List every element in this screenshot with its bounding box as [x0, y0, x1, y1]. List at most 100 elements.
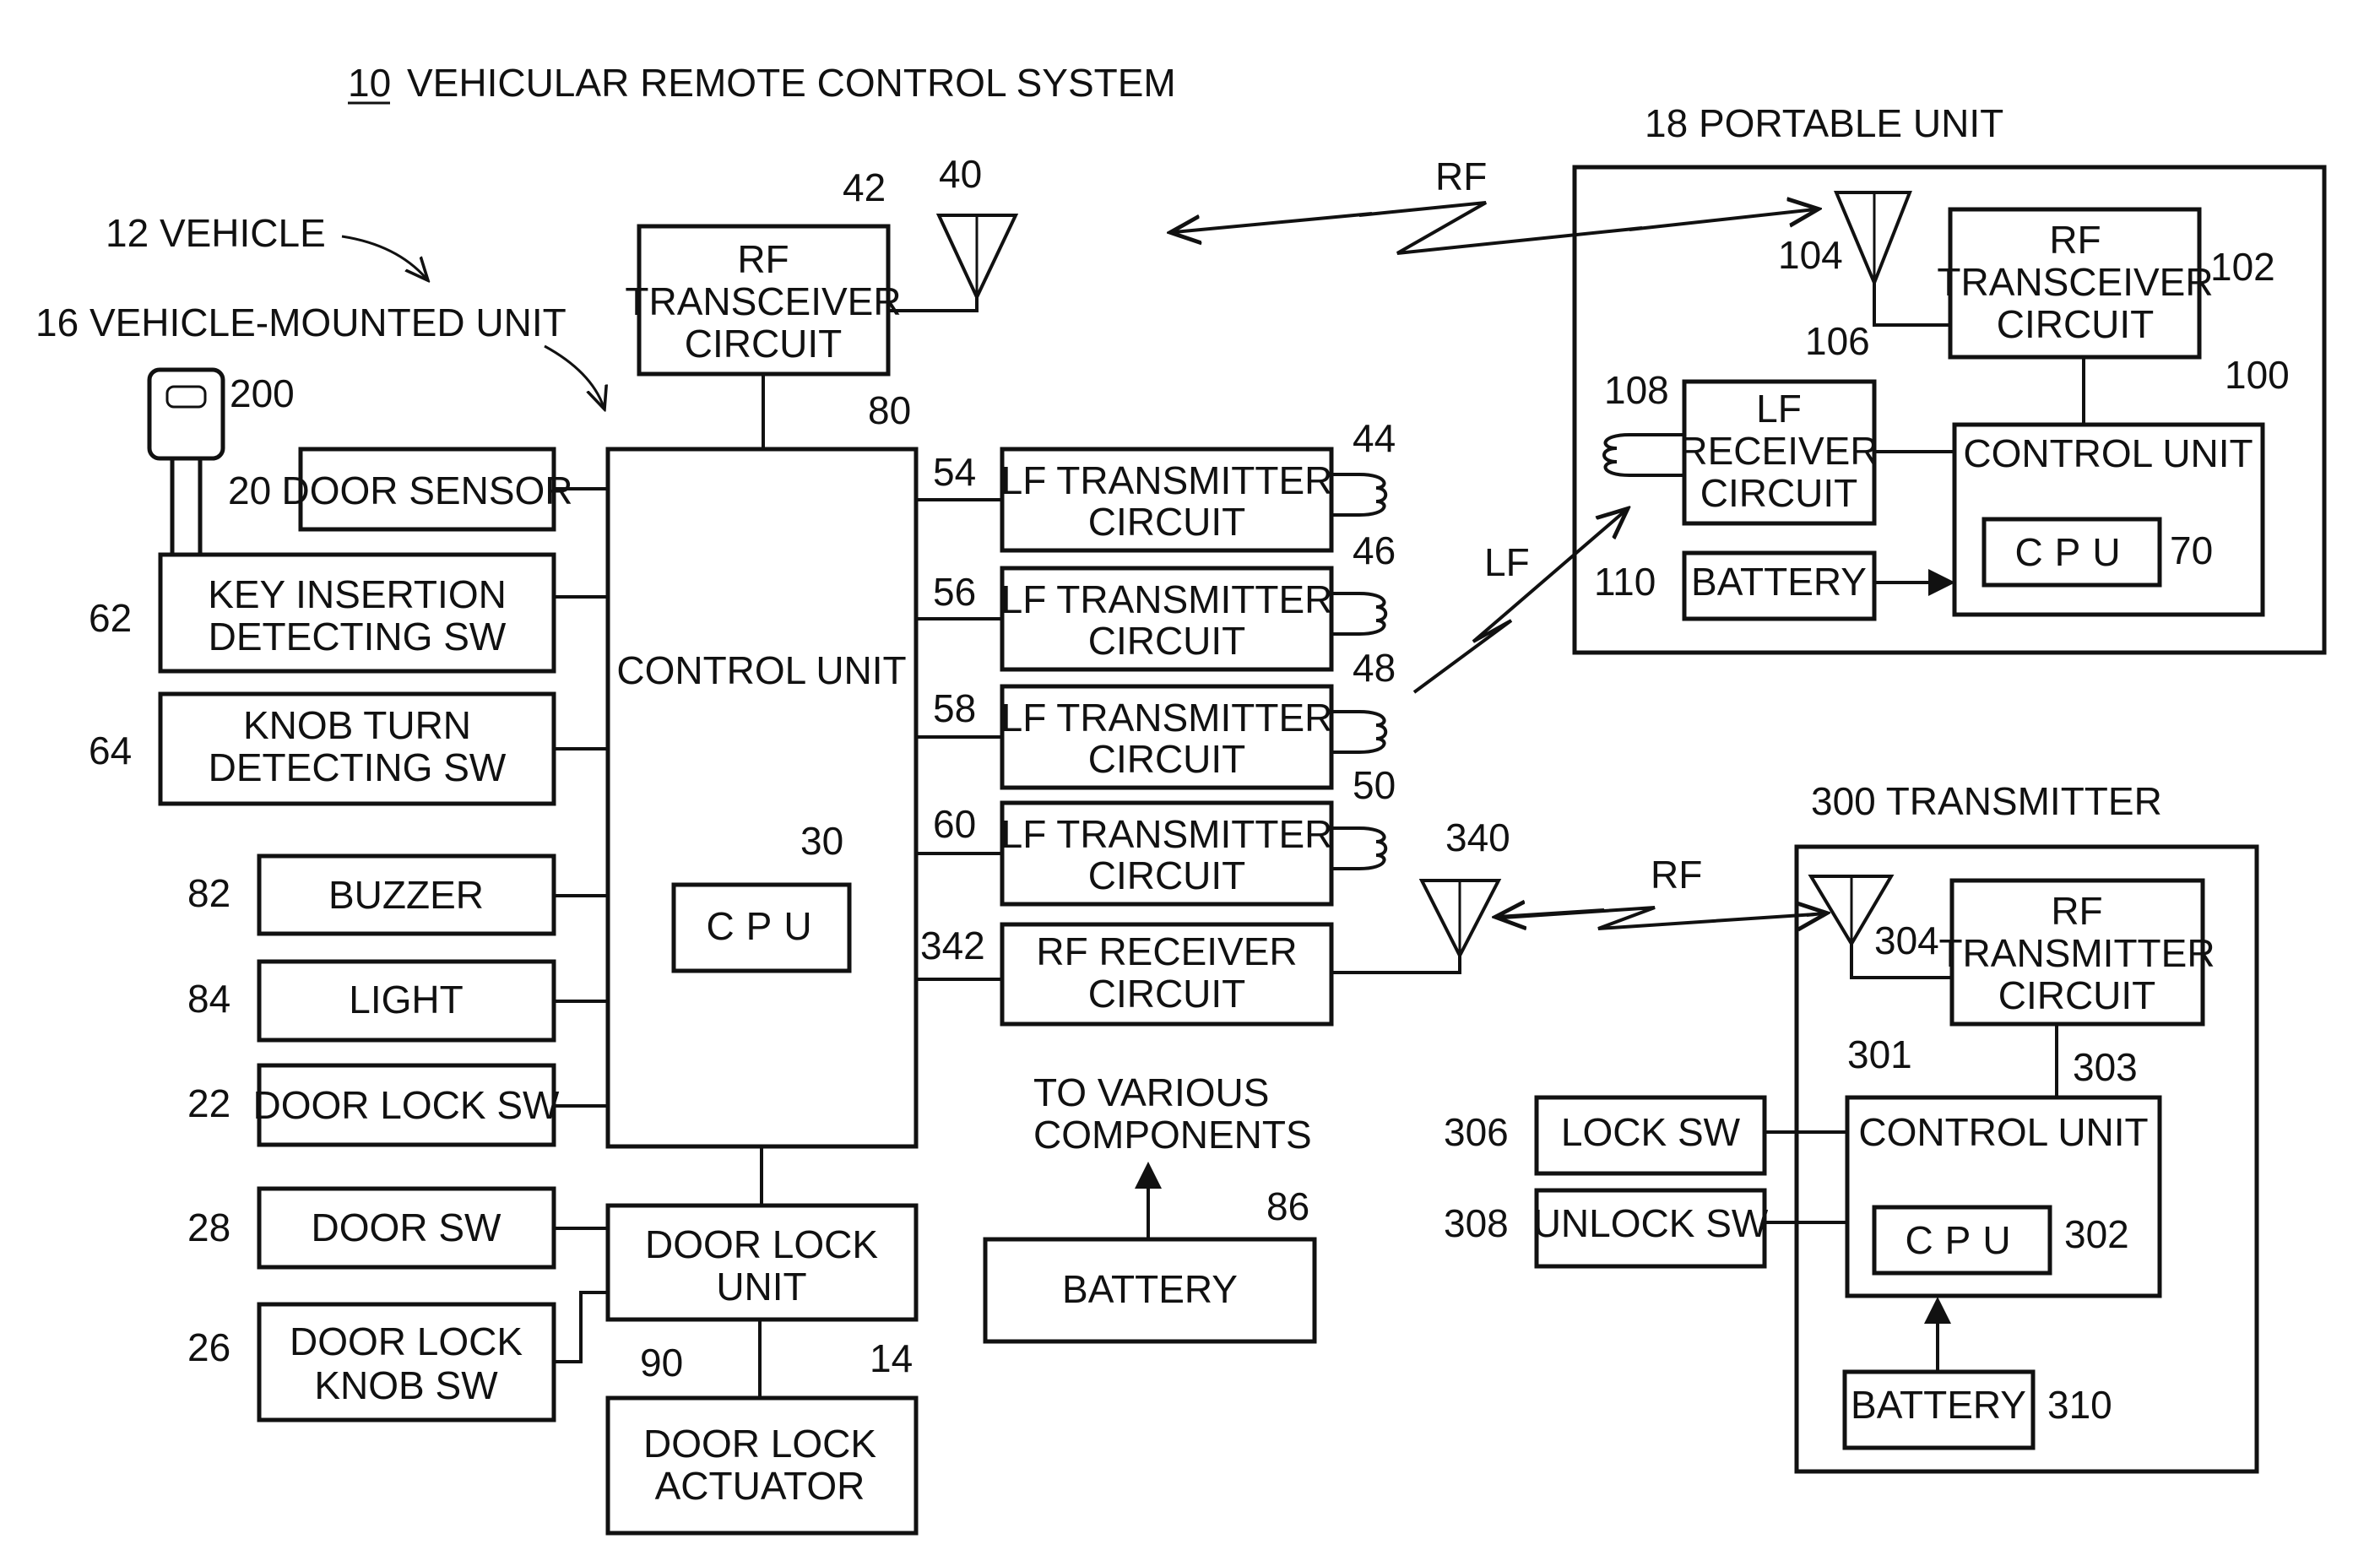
vehicle-unit-arrow: [544, 344, 604, 407]
svg-text:RECEIVER: RECEIVER: [1679, 429, 1878, 473]
svg-text:CIRCUIT: CIRCUIT: [1088, 500, 1246, 544]
ref-308: 308: [1444, 1201, 1509, 1245]
coil-icon-48: [1331, 710, 1388, 754]
coil-icon-44: [1331, 473, 1388, 517]
svg-text:TRANSCEIVER: TRANSCEIVER: [1937, 260, 2213, 304]
ref-306: 306: [1444, 1110, 1509, 1154]
svg-text:DETECTING SW: DETECTING SW: [209, 615, 507, 658]
buzzer: BUZZER: [257, 853, 556, 936]
ref-64: 64: [89, 729, 132, 772]
door-lock-knob-sw: DOOR LOCK KNOB SW: [257, 1302, 556, 1422]
svg-text:LOCK SW: LOCK SW: [1561, 1110, 1741, 1154]
coil-icon-50: [1331, 826, 1388, 870]
ref-40: 40: [939, 152, 982, 196]
svg-text:LIGHT: LIGHT: [349, 978, 463, 1021]
system-title: 10 VEHICULAR REMOTE CONTROL SYSTEM: [348, 61, 1176, 105]
ref-48: 48: [1353, 646, 1396, 690]
vehicle-unit-label: 16 VEHICLE-MOUNTED UNIT: [35, 301, 567, 344]
svg-text:BATTERY: BATTERY: [1062, 1267, 1238, 1311]
ref-342: 342: [920, 924, 985, 967]
svg-text:CIRCUIT: CIRCUIT: [1088, 619, 1246, 663]
lf-label: LF: [1484, 540, 1530, 584]
diagram: 10 VEHICULAR REMOTE CONTROL SYSTEM 12 VE…: [35, 61, 2327, 1536]
ref-303: 303: [2073, 1045, 2138, 1089]
svg-text:CPU: CPU: [1905, 1218, 2022, 1262]
unlock-sw: UNLOCK SW: [1533, 1188, 1769, 1269]
portable-unit-label: 18 PORTABLE UNIT: [1645, 101, 2003, 145]
control-unit: CONTROL UNIT: [605, 447, 919, 1149]
svg-text:UNIT: UNIT: [716, 1265, 806, 1309]
light: LIGHT: [257, 959, 556, 1043]
ref-86: 86: [1266, 1184, 1309, 1228]
ref-28: 28: [187, 1206, 230, 1249]
svg-text:LF TRANSMITTER: LF TRANSMITTER: [1001, 458, 1333, 502]
ref-62: 62: [89, 596, 132, 640]
svg-text:DETECTING SW: DETECTING SW: [209, 745, 507, 789]
antenna-icon-40: [888, 214, 1019, 312]
svg-text:KNOB TURN: KNOB TURN: [243, 703, 471, 747]
ref-54: 54: [933, 450, 976, 494]
transmitter-cpu: CPU: [1872, 1205, 2052, 1276]
lf-transmitter-58: LF TRANSMITTER CIRCUIT: [1000, 684, 1334, 790]
svg-text:CIRCUIT: CIRCUIT: [1997, 302, 2155, 346]
door-sensor: DOOR SENSOR: [281, 447, 573, 532]
ref-56: 56: [933, 570, 976, 614]
rf-transceiver-circuit: RF TRANSCEIVER CIRCUIT: [625, 224, 902, 377]
ref-14: 14: [870, 1336, 913, 1380]
svg-text:CIRCUIT: CIRCUIT: [685, 322, 843, 366]
ref-58: 58: [933, 686, 976, 730]
portable-cpu: CPU: [1982, 517, 2162, 588]
door-lock-unit: DOOR LOCK UNIT: [605, 1203, 919, 1322]
door-lock-actuator: DOOR LOCK ACTUATOR: [605, 1395, 919, 1536]
to-various-components-line2: COMPONENTS: [1033, 1113, 1312, 1157]
key-ref: 200: [230, 371, 295, 415]
ref-44: 44: [1353, 416, 1396, 460]
coil-icon-108: [1602, 433, 1684, 477]
svg-text:KNOB SW: KNOB SW: [314, 1363, 498, 1407]
svg-text:DOOR LOCK: DOOR LOCK: [643, 1422, 876, 1466]
battery-86: BATTERY: [983, 1237, 1317, 1344]
svg-text:CIRCUIT: CIRCUIT: [1088, 853, 1246, 897]
svg-text:DOOR SW: DOOR SW: [312, 1206, 501, 1249]
ref-50: 50: [1353, 763, 1396, 807]
transmitter-battery: BATTERY: [1842, 1369, 2036, 1450]
svg-text:BATTERY: BATTERY: [1851, 1383, 2026, 1427]
svg-text:LF TRANSMITTER: LF TRANSMITTER: [1001, 812, 1333, 856]
rf-top-label: RF: [1435, 154, 1487, 198]
title-text: VEHICULAR REMOTE CONTROL SYSTEM: [407, 61, 1176, 105]
ref-304: 304: [1874, 918, 1939, 962]
rf-transmitter-circuit: RF TRANSMITTER CIRCUIT: [1938, 878, 2215, 1027]
door-sw: DOOR SW: [257, 1186, 556, 1270]
ref-70: 70: [2170, 528, 2213, 572]
portable-battery: BATTERY: [1682, 550, 1877, 621]
portable-lf-receiver: LF RECEIVER CIRCUIT: [1679, 379, 1879, 526]
vehicle-arrow: [341, 235, 426, 279]
door-lock-sw: DOOR LOCK SW: [253, 1063, 561, 1147]
svg-text:BUZZER: BUZZER: [328, 873, 484, 917]
svg-text:UNLOCK SW: UNLOCK SW: [1533, 1201, 1769, 1245]
svg-text:CIRCUIT: CIRCUIT: [1998, 973, 2156, 1017]
svg-text:KEY INSERTION: KEY INSERTION: [208, 572, 507, 616]
lf-transmitter-60: LF TRANSMITTER CIRCUIT: [1000, 800, 1334, 907]
ref-90: 90: [640, 1341, 683, 1384]
svg-text:DOOR LOCK SW: DOOR LOCK SW: [253, 1083, 561, 1127]
svg-text:CPU: CPU: [706, 904, 823, 948]
antenna-icon-340: [1331, 879, 1502, 974]
antenna-icon-104: [1833, 191, 1950, 327]
svg-text:BATTERY: BATTERY: [1691, 560, 1867, 604]
lock-sw: LOCK SW: [1534, 1095, 1767, 1176]
knob-turn-detecting-sw: KNOB TURN DETECTING SW: [158, 691, 556, 806]
svg-text:ACTUATOR: ACTUATOR: [655, 1464, 865, 1508]
ref-110: 110: [1594, 560, 1656, 604]
rf-bottom-zigzag: [1502, 906, 1816, 930]
lf-transmitter-56: LF TRANSMITTER CIRCUIT: [1000, 566, 1334, 672]
ref-20: 20: [228, 469, 271, 512]
rf-top-zigzag: [1358, 201, 1643, 255]
svg-text:DOOR LOCK: DOOR LOCK: [290, 1319, 523, 1363]
title-ref: 10: [348, 61, 391, 105]
ref-102: 102: [2210, 245, 2275, 289]
ref-84: 84: [187, 977, 230, 1021]
ref-310: 310: [2047, 1383, 2112, 1427]
key-insertion-detecting-sw: KEY INSERTION DETECTING SW: [158, 552, 556, 674]
ref-26: 26: [187, 1325, 230, 1369]
